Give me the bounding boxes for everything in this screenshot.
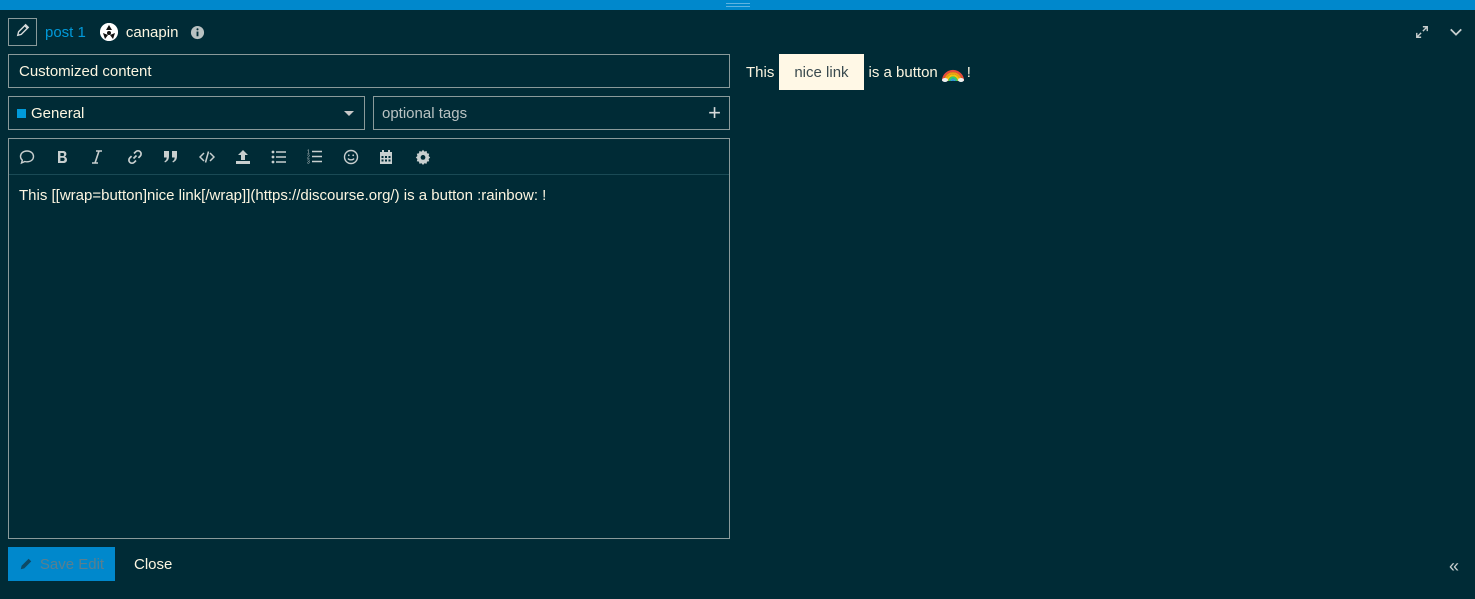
chevron-down-icon[interactable] xyxy=(1449,25,1463,39)
category-color-swatch xyxy=(17,108,26,118)
title-input[interactable] xyxy=(8,54,730,88)
close-button[interactable]: Close xyxy=(134,556,172,573)
save-edit-label: Save Edit xyxy=(39,555,105,573)
caret-down-icon xyxy=(344,110,354,116)
link-icon[interactable] xyxy=(126,139,162,175)
rainbow-emoji-icon xyxy=(941,62,964,82)
markdown-editor: 123 This [[wrap=button]nice link[/wrap]]… xyxy=(8,138,730,539)
reply-to-header: post 1 canapin xyxy=(8,18,205,46)
preview-text-end: ! xyxy=(966,63,971,81)
editor-toolbar: 123 xyxy=(9,139,729,175)
upload-icon[interactable] xyxy=(234,139,270,175)
pencil-icon xyxy=(19,557,33,571)
emoji-icon[interactable] xyxy=(342,139,378,175)
avatar[interactable] xyxy=(99,23,118,41)
ordered-list-icon[interactable]: 123 xyxy=(306,139,342,175)
editor-textarea[interactable]: This [[wrap=button]nice link[/wrap]](htt… xyxy=(9,175,729,216)
composer-window-controls xyxy=(1415,20,1463,44)
collapse-preview-icon[interactable]: « xyxy=(1449,556,1459,577)
bullet-list-icon[interactable] xyxy=(270,139,306,175)
calendar-icon[interactable] xyxy=(378,139,414,175)
post-link[interactable]: post 1 xyxy=(45,24,86,41)
blockquote-icon[interactable] xyxy=(162,139,198,175)
expand-icon[interactable] xyxy=(1415,25,1429,39)
username[interactable]: canapin xyxy=(126,24,179,41)
preview-wrap-button[interactable]: nice link xyxy=(779,54,864,90)
code-icon[interactable] xyxy=(198,139,234,175)
tags-input[interactable]: optional tags + xyxy=(373,96,730,130)
bold-icon[interactable] xyxy=(54,139,90,175)
pencil-icon xyxy=(16,23,30,42)
tags-placeholder: optional tags xyxy=(382,104,468,122)
info-icon[interactable] xyxy=(190,25,205,40)
preview-text-suffix: is a button xyxy=(868,63,938,81)
svg-text:3: 3 xyxy=(307,160,310,165)
italic-icon[interactable] xyxy=(90,139,126,175)
quote-reply-icon[interactable] xyxy=(18,139,54,175)
preview-pane: This nice link is a button ! xyxy=(746,54,971,90)
save-edit-button[interactable]: Save Edit xyxy=(8,547,115,581)
grippie-handle[interactable] xyxy=(726,3,750,7)
plus-icon[interactable]: + xyxy=(708,102,721,124)
edit-action-icon-box[interactable] xyxy=(8,18,37,46)
preview-text-prefix: This xyxy=(746,63,775,81)
category-selected-label: General xyxy=(31,104,85,122)
gear-icon[interactable] xyxy=(414,139,450,175)
composer-resize-bar[interactable] xyxy=(0,0,1475,10)
category-dropdown[interactable]: General xyxy=(8,96,365,130)
